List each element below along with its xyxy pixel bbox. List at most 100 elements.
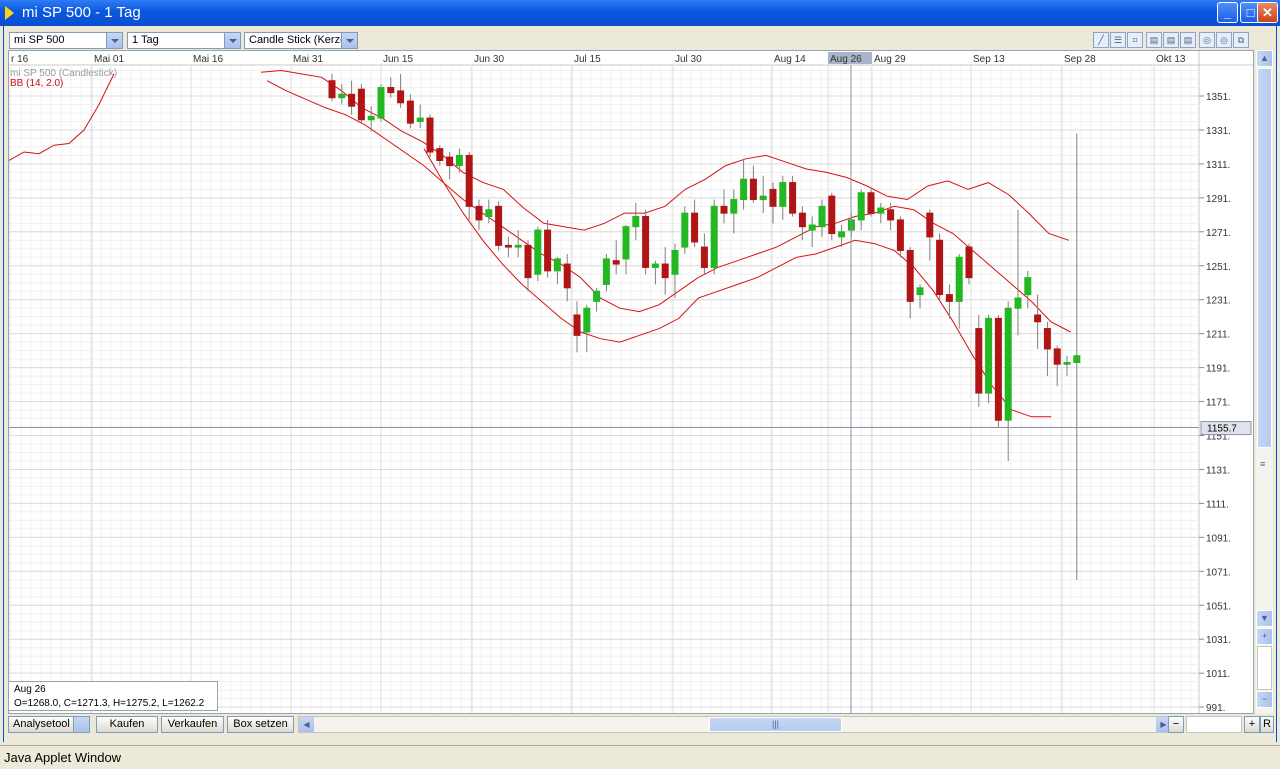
candle-up <box>1073 355 1081 364</box>
candle-up <box>710 205 718 268</box>
arrow-up-icon: ▲ <box>1260 53 1269 63</box>
candle-down <box>465 154 473 207</box>
candle-down <box>798 212 806 228</box>
box-setzen-button[interactable]: Box setzen <box>227 716 294 733</box>
chart-area[interactable]: r 16 Mai 01 Mai 16 Mai 31 Jun 15 Jun 30 Jul 15… <box>8 50 1254 714</box>
settings-b-button[interactable]: ◎ <box>1216 32 1232 48</box>
draw-fibonacci-button[interactable]: ⌗ <box>1127 32 1143 48</box>
candle-down <box>495 205 503 246</box>
grid-a-button[interactable]: ▤ <box>1146 32 1162 48</box>
candle-up <box>583 307 591 333</box>
verkaufen-button[interactable]: Verkaufen <box>161 716 224 733</box>
grip-icon: ||| <box>771 719 779 729</box>
candle-down <box>1053 348 1061 365</box>
analysetool-select[interactable]: Analysetool <box>8 716 90 733</box>
grid-icon: ▤ <box>1166 35 1176 45</box>
fibonacci-tool-icon: ⌗ <box>1132 35 1138 45</box>
scroll-left-button[interactable]: ◀ <box>299 717 314 732</box>
candle-up <box>338 93 346 99</box>
draw-line-button[interactable]: ╱ <box>1093 32 1109 48</box>
candle-up <box>622 226 630 260</box>
chevron-down-icon[interactable] <box>73 717 89 732</box>
zoom-in-horizontal-button[interactable]: + <box>1244 716 1260 733</box>
symbol-select[interactable]: mi SP 500 <box>9 32 123 49</box>
settings-a-button[interactable]: ◎ <box>1199 32 1215 48</box>
candle-up <box>857 192 865 221</box>
grid-icon: ▤ <box>1149 35 1159 45</box>
candle-down <box>691 212 699 243</box>
scroll-down-button[interactable]: ▼ <box>1256 610 1273 627</box>
ohlc-info-box: Aug 26 O=1268.0, C=1271.3, H=1275.2, L=1… <box>8 681 218 711</box>
legend-indicator: BB (14, 2.0) <box>10 78 64 89</box>
candle-up <box>740 178 748 201</box>
candlestick-chart[interactable]: r 16 Mai 01 Mai 16 Mai 31 Jun 15 Jun 30 Jul 15… <box>9 51 1253 713</box>
x-tick-label: Mai 01 <box>94 54 124 65</box>
y-tick-label: 1051. <box>1206 601 1231 612</box>
arrow-right-icon: ▶ <box>1160 720 1167 729</box>
scroll-thumb[interactable] <box>1257 68 1272 448</box>
window-titlebar: mi SP 500 - 1 Tag _ □ ✕ <box>0 0 1280 26</box>
close-button[interactable]: ✕ <box>1257 2 1278 23</box>
kaufen-button[interactable]: Kaufen <box>96 716 158 733</box>
status-text: Java Applet Window <box>4 750 122 765</box>
chevron-down-icon[interactable] <box>341 33 357 48</box>
candle-down <box>975 328 983 394</box>
chevron-down-icon[interactable] <box>106 33 122 48</box>
candle-down <box>828 195 836 234</box>
chart-type-select-value: Candle Stick (Kerze <box>249 34 347 46</box>
candle-up <box>377 87 385 119</box>
y-tick-label: 1351. <box>1206 92 1231 103</box>
candle-down <box>642 216 650 268</box>
date-header <box>9 51 1199 65</box>
y-tick-label: 991. <box>1206 703 1225 713</box>
period-select[interactable]: 1 Tag <box>127 32 241 49</box>
candle-up <box>808 224 816 231</box>
candle-down <box>926 212 934 238</box>
candle-up <box>534 229 542 275</box>
y-tick-label: 1331. <box>1206 126 1231 137</box>
minimize-button[interactable]: _ <box>1217 2 1238 23</box>
vertical-zoom-track[interactable] <box>1257 646 1272 690</box>
zoom-out-horizontal-button[interactable]: − <box>1168 716 1184 733</box>
chevron-down-icon[interactable] <box>224 33 240 48</box>
reset-button[interactable]: R <box>1260 716 1274 733</box>
chart-type-select[interactable]: Candle Stick (Kerze <box>244 32 358 49</box>
grid-b-button[interactable]: ▤ <box>1163 32 1179 48</box>
detach-window-button[interactable]: ⧉ <box>1233 32 1249 48</box>
y-tick-label: 1091. <box>1206 533 1231 544</box>
candle-down <box>544 229 552 272</box>
x-tick-label: Aug 14 <box>774 54 806 65</box>
grid-c-button[interactable]: ▤ <box>1180 32 1196 48</box>
x-tick-label: Jul 15 <box>574 54 601 65</box>
horizontal-scrollbar[interactable]: ◀ ||| ▶ <box>298 716 1172 733</box>
y-tick-label: 1031. <box>1206 635 1231 646</box>
candle-down <box>387 87 395 94</box>
y-tick-label: 1251. <box>1206 262 1231 273</box>
minus-icon: − <box>1261 694 1268 704</box>
candle-down <box>348 93 356 107</box>
horizontal-scroll-thumb[interactable]: ||| <box>709 717 842 732</box>
candle-down <box>573 314 581 336</box>
y-tick-label: 1111. <box>1206 499 1229 510</box>
grid-icon: ▤ <box>1183 35 1193 45</box>
close-icon: ✕ <box>1262 5 1273 20</box>
candle-down <box>1034 314 1042 323</box>
symbol-select-value: mi SP 500 <box>14 34 65 46</box>
candle-down <box>436 148 444 162</box>
scroll-up-button[interactable]: ▲ <box>1256 50 1273 67</box>
analysetool-label: Analysetool <box>13 718 70 730</box>
zoom-in-vertical-button[interactable]: + <box>1256 628 1273 645</box>
candle-down <box>328 80 336 99</box>
candle-up <box>602 258 610 285</box>
draw-channel-button[interactable]: ☰ <box>1110 32 1126 48</box>
zoom-out-vertical-button[interactable]: − <box>1256 691 1273 708</box>
candle-down <box>906 249 914 302</box>
vertical-scrollbar[interactable]: ▲ ≡ ▼ + − <box>1256 50 1273 714</box>
arrow-down-icon: ▼ <box>1260 613 1269 623</box>
x-tick-label: Jun 30 <box>474 54 504 65</box>
y-tick-label: 1291. <box>1206 194 1231 205</box>
candle-up <box>759 195 767 201</box>
horizontal-zoom-track[interactable] <box>1186 716 1242 733</box>
x-tick-label: Mai 31 <box>293 54 323 65</box>
candle-down <box>720 205 728 214</box>
